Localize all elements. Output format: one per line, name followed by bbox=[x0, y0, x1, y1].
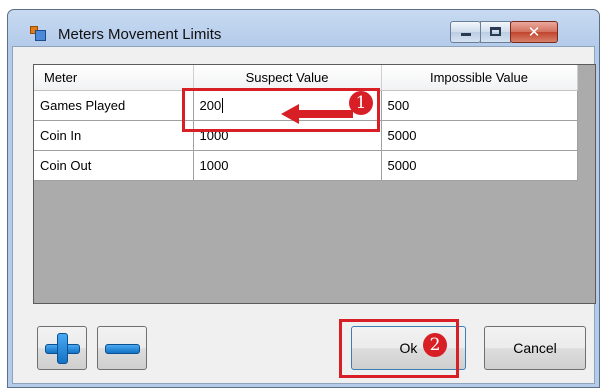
remove-row-button[interactable] bbox=[97, 326, 147, 370]
cancel-button-label: Cancel bbox=[513, 340, 557, 356]
minus-icon bbox=[105, 333, 140, 364]
step-2-badge: 2 bbox=[423, 333, 447, 357]
meter-cell[interactable]: Games Played bbox=[34, 90, 194, 121]
column-header-suspect-value[interactable]: Suspect Value bbox=[193, 65, 382, 91]
maximize-button[interactable] bbox=[480, 21, 511, 43]
meter-cell[interactable]: Coin In bbox=[34, 120, 194, 151]
step-1-badge: 1 bbox=[349, 91, 373, 115]
minimize-icon bbox=[461, 33, 471, 36]
close-button[interactable]: ✕ bbox=[510, 21, 558, 43]
app-icon bbox=[30, 26, 46, 41]
column-header-meter[interactable]: Meter bbox=[34, 65, 194, 91]
cancel-button[interactable]: Cancel bbox=[484, 326, 586, 370]
column-header-impossible-value[interactable]: Impossible Value bbox=[381, 65, 578, 91]
meter-cell[interactable]: Coin Out bbox=[34, 150, 194, 181]
maximize-icon bbox=[490, 27, 501, 36]
close-icon: ✕ bbox=[527, 23, 541, 41]
impossible-value-cell[interactable]: 5000 bbox=[381, 150, 578, 181]
table-row: Coin Out 1000 5000 bbox=[34, 150, 578, 181]
title-bar[interactable]: Meters Movement Limits ✕ bbox=[8, 10, 599, 46]
add-row-button[interactable] bbox=[37, 326, 87, 370]
minimize-button[interactable] bbox=[450, 21, 481, 43]
impossible-value-cell[interactable]: 5000 bbox=[381, 120, 578, 151]
plus-icon bbox=[45, 333, 80, 364]
arrow-left-icon bbox=[281, 104, 353, 124]
impossible-value-cell[interactable]: 500 bbox=[381, 90, 578, 121]
suspect-value-cell[interactable]: 1000 bbox=[193, 150, 382, 181]
dialog-window: Meters Movement Limits ✕ Meter Suspect V… bbox=[7, 9, 600, 388]
window-title: Meters Movement Limits bbox=[58, 26, 222, 43]
